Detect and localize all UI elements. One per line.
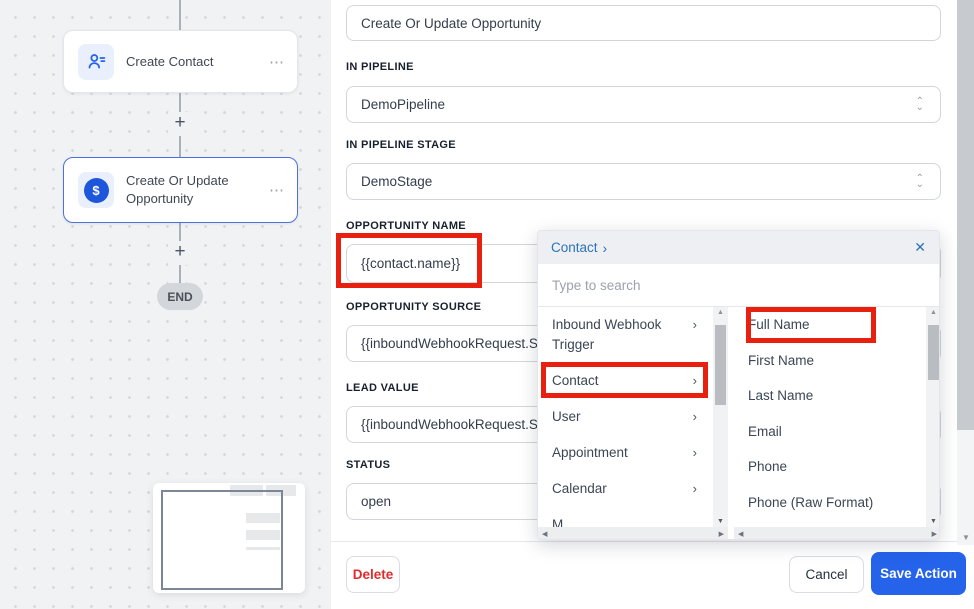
picker-header: Contact › ✕ (538, 231, 939, 264)
save-action-button[interactable]: Save Action (871, 552, 966, 595)
chevron-right-icon: › (693, 371, 697, 391)
value-list-hscrollbar[interactable]: ◀ ▶ (734, 527, 940, 540)
workflow-node-create-contact[interactable]: Create Contact ⋯ (63, 30, 298, 93)
minimap-node-bar (246, 547, 280, 550)
value-email[interactable]: Email (734, 414, 928, 450)
add-step-button[interactable]: + (168, 112, 192, 136)
picker-search-input[interactable] (538, 264, 939, 307)
scroll-left-icon[interactable]: ◀ (542, 530, 547, 538)
chevron-right-icon: › (693, 315, 697, 335)
canvas-minimap[interactable] (153, 483, 305, 593)
scroll-up-icon[interactable]: ▲ (926, 309, 940, 316)
workflow-builder-screen: Create Contact ⋯ + $ Create Or Update Op… (0, 0, 974, 609)
chevron-right-icon: › (693, 443, 697, 463)
close-icon[interactable]: ✕ (914, 239, 926, 256)
category-inbound-webhook-trigger[interactable]: Inbound Webhook Trigger › (538, 307, 713, 363)
value-first-name[interactable]: First Name (734, 343, 928, 379)
chevron-right-icon: › (693, 407, 697, 427)
action-name-input[interactable] (346, 5, 941, 41)
value-last-name[interactable]: Last Name (734, 378, 928, 414)
scroll-right-icon[interactable]: ▶ (719, 530, 724, 538)
contact-icon (78, 44, 114, 80)
workflow-end-badge: END (157, 283, 203, 310)
category-list-scrollbar[interactable]: ▲ ▼ (713, 307, 728, 527)
panel-scrollbar-thumb[interactable] (957, 0, 974, 430)
picker-category-list: Inbound Webhook Trigger › Contact › User… (538, 307, 713, 527)
chevron-right-icon: › (603, 240, 608, 256)
node-menu-dots-icon[interactable]: ⋯ (269, 53, 285, 71)
scroll-down-icon[interactable]: ▼ (713, 518, 728, 525)
value-full-name[interactable]: Full Name (734, 307, 928, 343)
scroll-up-icon[interactable]: ▲ (713, 309, 728, 316)
footer-divider (331, 541, 974, 542)
node-label: Create Contact (126, 53, 256, 71)
field-label-status: STATUS (346, 459, 390, 471)
scroll-left-icon[interactable]: ◀ (738, 530, 743, 538)
pipeline-stage-select-value: DemoStage (361, 174, 432, 189)
pipeline-select[interactable]: DemoPipeline ⌃⌄ (346, 86, 941, 123)
value-phone[interactable]: Phone (734, 449, 928, 485)
add-step-button[interactable]: + (168, 241, 192, 265)
node-menu-dots-icon[interactable]: ⋯ (269, 181, 285, 199)
minimap-viewport[interactable] (161, 490, 283, 590)
select-caret-icon: ⌃⌄ (916, 99, 924, 111)
custom-value-picker-popup: Contact › ✕ Inbound Webhook Trigger › Co… (537, 230, 940, 540)
scroll-down-icon[interactable]: ▼ (926, 518, 940, 525)
field-label-opportunity-name: OPPORTUNITY NAME (346, 220, 466, 232)
picker-value-list: Full Name First Name Last Name Email Pho… (734, 307, 928, 527)
chevron-right-icon: › (693, 479, 697, 499)
category-partial[interactable]: M (538, 507, 713, 527)
value-list-scrollbar[interactable]: ▲ ▼ (926, 307, 940, 527)
value-phone-raw-format[interactable]: Phone (Raw Format) (734, 485, 928, 521)
panel-scrollbar[interactable]: ▼ (957, 0, 974, 545)
category-list-hscrollbar[interactable]: ◀ ▶ (538, 527, 728, 540)
minimap-node-bar (246, 530, 280, 540)
select-caret-icon: ⌃⌄ (916, 176, 924, 188)
scrollbar-thumb[interactable] (715, 325, 726, 405)
category-user[interactable]: User › (538, 399, 713, 435)
scrollbar-thumb[interactable] (928, 325, 939, 380)
node-label: Create Or Update Opportunity (126, 172, 256, 208)
minimap-node-bar (246, 513, 280, 523)
scroll-right-icon[interactable]: ▶ (932, 530, 937, 538)
dollar-icon: $ (84, 178, 109, 203)
workflow-canvas[interactable]: Create Contact ⋯ + $ Create Or Update Op… (0, 0, 330, 609)
delete-button[interactable]: Delete (346, 556, 400, 593)
field-label-in-pipeline: IN PIPELINE (346, 61, 414, 73)
scroll-down-icon[interactable]: ▼ (957, 533, 974, 542)
field-label-in-pipeline-stage: IN PIPELINE STAGE (346, 139, 456, 151)
field-label-lead-value: LEAD VALUE (346, 382, 419, 394)
field-label-opportunity-source: OPPORTUNITY SOURCE (346, 301, 481, 313)
pipeline-select-value: DemoPipeline (361, 97, 445, 112)
opportunity-icon: $ (78, 172, 114, 208)
pipeline-stage-select[interactable]: DemoStage ⌃⌄ (346, 163, 941, 200)
cancel-button[interactable]: Cancel (789, 556, 864, 593)
picker-breadcrumb[interactable]: Contact (551, 240, 598, 255)
category-appointment[interactable]: Appointment › (538, 435, 713, 471)
category-contact[interactable]: Contact › (538, 363, 713, 399)
workflow-node-create-or-update-opportunity[interactable]: $ Create Or Update Opportunity ⋯ (63, 157, 298, 223)
category-calendar[interactable]: Calendar › (538, 471, 713, 507)
